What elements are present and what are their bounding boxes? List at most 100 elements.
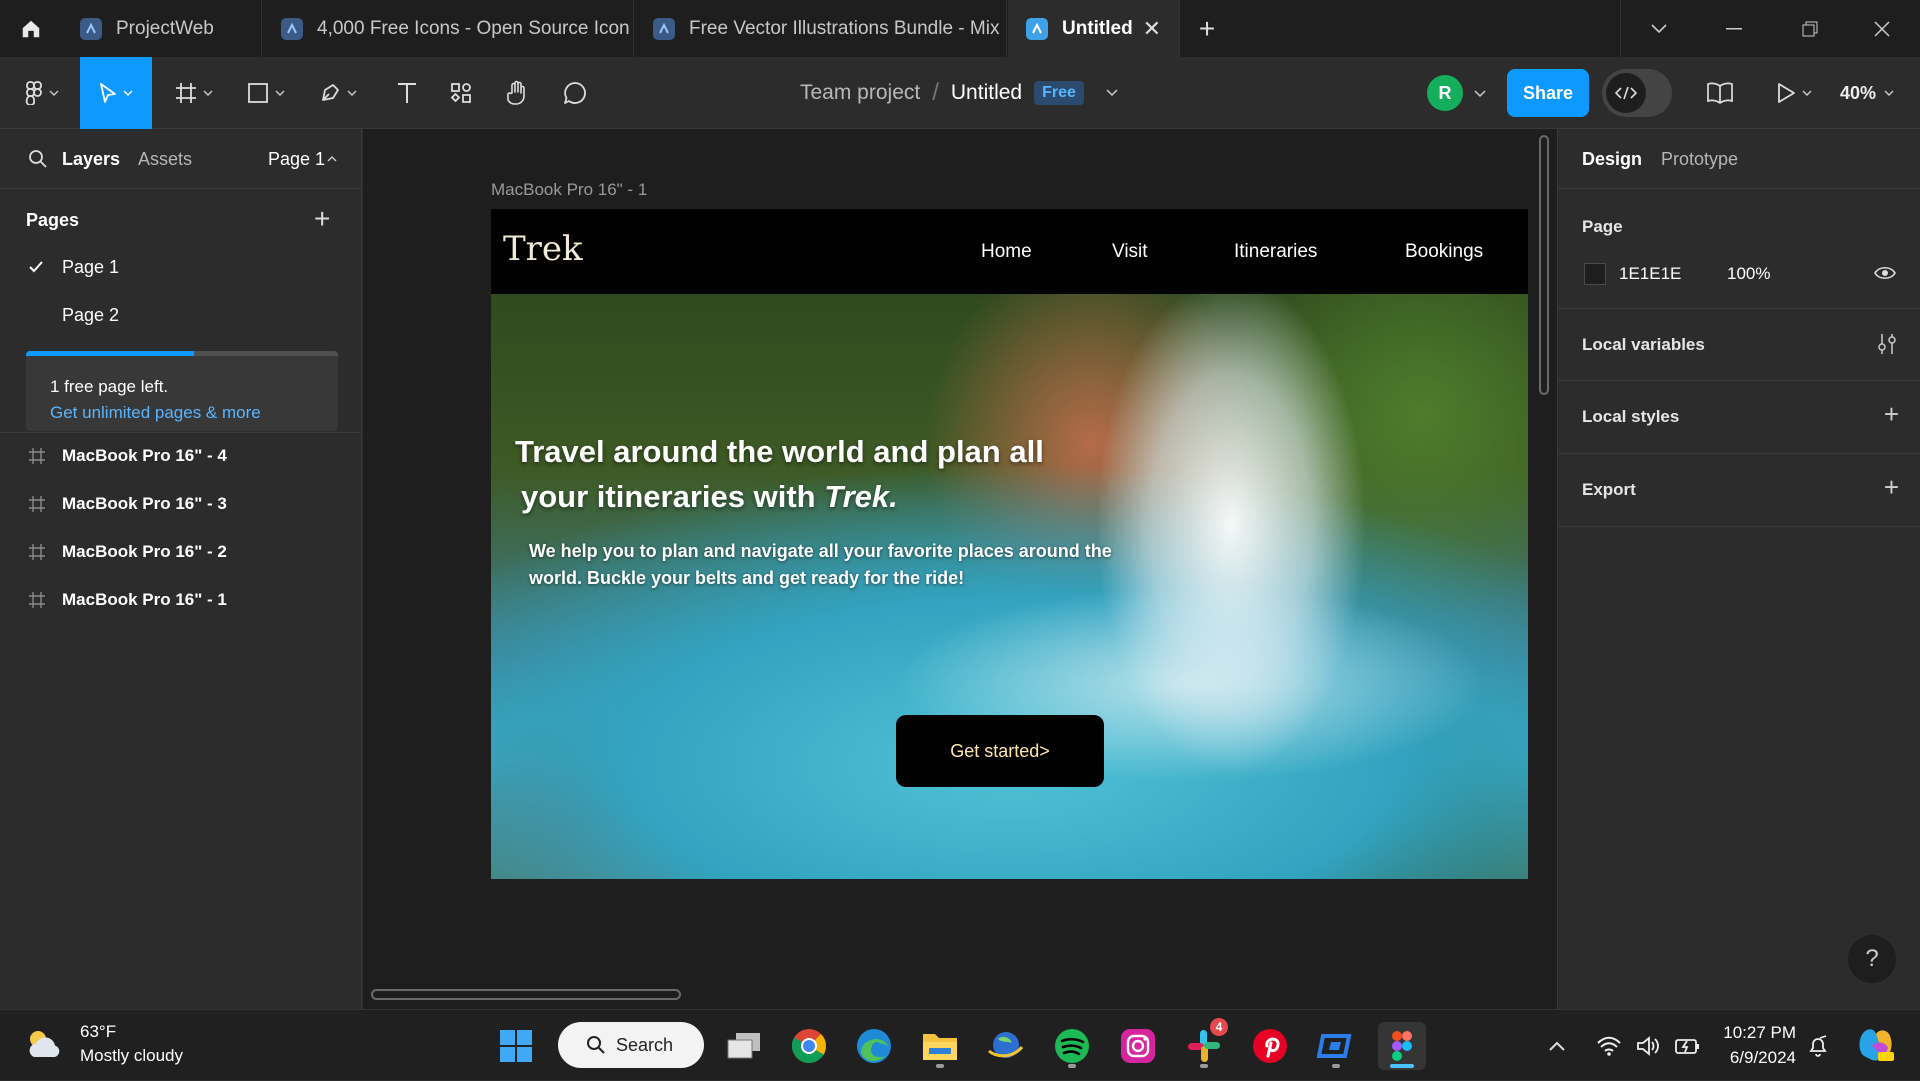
hand-tool-button[interactable] [490,57,544,129]
horizontal-scrollbar[interactable] [371,989,681,1000]
frame-icon [29,448,45,464]
dev-mode-toggle[interactable] [1602,69,1672,117]
tab-projectweb[interactable]: ProjectWeb [62,0,262,57]
variables-icon[interactable] [1877,333,1897,355]
file-explorer-app[interactable] [916,1022,964,1070]
page-color-swatch[interactable] [1584,263,1606,285]
nav-bookings[interactable]: Bookings [1405,241,1483,263]
pinterest-app[interactable] [1246,1022,1294,1070]
text-tool-button[interactable] [380,57,434,129]
main-menu-button[interactable] [12,57,72,129]
file-name[interactable]: Untitled [951,81,1022,105]
instagram-app[interactable] [1114,1022,1162,1070]
minimize-icon[interactable] [1696,0,1772,57]
page-item-1[interactable]: Page 1 [0,247,362,287]
layer-item[interactable]: MacBook Pro 16" - 4 [0,436,362,476]
shape-tool-button[interactable] [236,57,296,129]
page-selector[interactable]: Page 1 [268,149,325,170]
edge-app[interactable] [850,1022,898,1070]
spotify-app[interactable] [1048,1022,1096,1070]
volume-icon[interactable] [1636,1035,1662,1057]
chevron-down-icon [347,90,357,96]
vertical-scrollbar[interactable] [1539,135,1549,395]
tab-list-chevron-icon[interactable] [1620,0,1696,57]
upsell-text: 1 free page left. [50,377,169,396]
comment-tool-button[interactable] [548,57,602,129]
export-label: Export [1582,480,1636,499]
pen-tool-button[interactable] [308,57,368,129]
chevron-up-icon[interactable] [327,156,337,162]
tab-assets[interactable]: Assets [138,149,192,170]
layer-item[interactable]: MacBook Pro 16" - 3 [0,484,362,524]
present-button[interactable] [1764,57,1824,129]
eye-icon[interactable] [1874,265,1896,281]
new-tab-icon[interactable]: + [1190,0,1224,57]
slack-app[interactable]: 4 [1180,1018,1228,1070]
notification-bell-icon[interactable] [1806,1034,1830,1058]
tab-design[interactable]: Design [1582,149,1642,170]
layer-item[interactable]: MacBook Pro 16" - 2 [0,532,362,572]
restore-icon[interactable] [1772,0,1848,57]
nav-home[interactable]: Home [981,241,1032,263]
close-window-icon[interactable] [1844,0,1920,57]
wifi-icon[interactable] [1596,1036,1622,1056]
tab-prototype[interactable]: Prototype [1661,149,1738,170]
chrome-app[interactable] [785,1022,833,1070]
get-started-button[interactable]: Get started> [896,715,1104,787]
share-button[interactable]: Share [1507,69,1589,117]
team-project-link[interactable]: Team project [800,81,920,105]
pages-heading: Pages [26,210,80,230]
home-button[interactable] [0,0,62,57]
windows-logo-icon [500,1030,532,1062]
local-styles-section[interactable]: Local styles + [1558,381,1920,454]
weather-widget[interactable]: 63°F Mostly cloudy [24,1020,183,1068]
page-color-value[interactable]: 1E1E1E [1619,264,1681,284]
chevron-down-icon [49,90,59,96]
design-canvas[interactable]: MacBook Pro 16" - 1 Trek Home Visit Itin… [363,129,1557,1009]
nav-visit[interactable]: Visit [1112,241,1148,263]
copilot-icon[interactable] [1856,1026,1896,1064]
plan-badge[interactable]: Free [1034,81,1084,105]
zoom-dropdown[interactable]: 40% [1840,57,1894,129]
chevron-down-icon[interactable] [1106,89,1118,97]
taskbar-search[interactable]: Search [558,1022,704,1068]
frame-icon [29,592,45,608]
add-style-icon[interactable]: + [1884,399,1899,430]
remote-desktop-app[interactable] [1312,1022,1360,1070]
export-section[interactable]: Export + [1558,454,1920,527]
macbook-frame[interactable]: Trek Home Visit Itineraries Bookings Tra… [491,209,1528,879]
figma-app[interactable] [1378,1022,1426,1070]
tab-vector-illustrations[interactable]: Free Vector Illustrations Bundle - Mix [635,0,1007,57]
move-tool-button[interactable] [80,57,152,129]
tab-layers[interactable]: Layers [62,149,120,170]
chevron-down-icon[interactable] [1474,90,1486,98]
quick-assist-icon [1317,1034,1352,1058]
tab-free-icons[interactable]: 4,000 Free Icons - Open Source Icon [263,0,634,57]
figma-file-icon [1026,17,1048,40]
network-app[interactable] [981,1022,1029,1070]
start-button[interactable] [492,1022,540,1070]
frame-tool-button[interactable] [164,57,224,129]
avatar[interactable]: R [1427,75,1463,111]
task-view-icon [727,1033,760,1059]
add-page-icon[interactable]: + [314,205,330,233]
add-export-icon[interactable]: + [1884,472,1899,503]
clock[interactable]: 10:27 PM 6/9/2024 [1712,1020,1796,1070]
close-tab-icon[interactable]: ✕ [1143,16,1161,42]
battery-charging-icon[interactable] [1674,1035,1702,1057]
layer-item[interactable]: MacBook Pro 16" - 1 [0,580,362,620]
task-view-button[interactable] [720,1022,768,1070]
search-icon[interactable] [28,149,48,169]
show-hidden-icons-icon[interactable] [1548,1040,1566,1052]
site-navbar: Trek Home Visit Itineraries Bookings [491,209,1528,294]
upsell-link[interactable]: Get unlimited pages & more [50,403,261,423]
tab-untitled[interactable]: Untitled ✕ [1008,0,1180,57]
frame-label[interactable]: MacBook Pro 16" - 1 [491,180,647,200]
nav-itineraries[interactable]: Itineraries [1234,241,1317,263]
library-button[interactable] [1694,57,1746,129]
resources-tool-button[interactable] [434,57,488,129]
page-opacity-value[interactable]: 100% [1727,264,1770,284]
page-item-2[interactable]: Page 2 [0,295,362,335]
help-button[interactable]: ? [1848,935,1896,983]
local-variables-section[interactable]: Local variables [1558,309,1920,381]
